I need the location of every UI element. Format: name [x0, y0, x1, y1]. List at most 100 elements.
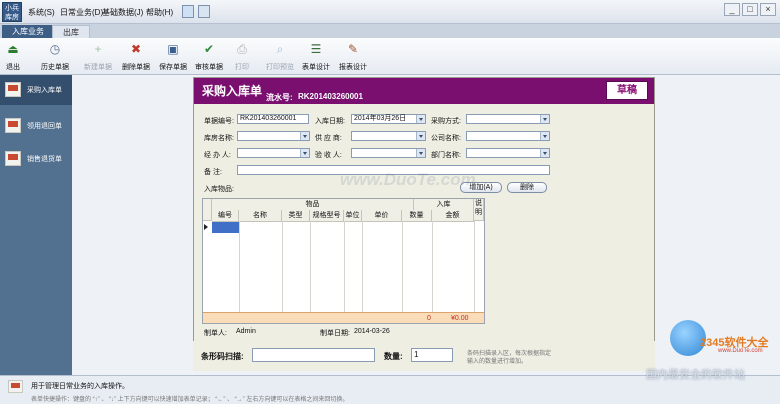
chevron-down-icon	[540, 132, 549, 140]
column-header[interactable]: 类型	[282, 210, 310, 222]
qty-label: 数量:	[384, 352, 403, 361]
toolbar-button-label: 表单设计	[302, 64, 330, 71]
brand-slogan: 国内最安全的软件站	[646, 369, 745, 381]
supplier-select[interactable]	[351, 131, 426, 141]
minimize-button[interactable]: _	[724, 3, 740, 16]
toolbar-button-label: 打印预览	[266, 64, 294, 71]
toolbar-button-label: 新建单据	[84, 64, 112, 71]
date-picker[interactable]: 2014年03月26日	[351, 114, 426, 124]
document-icon	[8, 380, 23, 393]
purchase-inbound-form: 采购入库单 流水号: RK201403260001 草稿 单据编号: RK201…	[193, 77, 655, 371]
column-header-note: 说明	[474, 199, 484, 221]
close-button[interactable]: ×	[760, 3, 776, 16]
receiver-select[interactable]	[351, 148, 426, 158]
toolbar-button-approve[interactable]: ✔ 审核单据	[195, 40, 223, 72]
toolbar-button-label: 审核单据	[195, 64, 223, 71]
items-grid: 物品 入库 说明 编号 名称 类型 规格型号 单位 单价 数量 金额 0 ¥0.…	[202, 198, 485, 324]
toolbar-button-new-doc: + 新建单据	[84, 40, 112, 72]
column-header[interactable]: 编号	[212, 210, 239, 222]
column-header[interactable]: 单价	[362, 210, 402, 222]
menu-basedata[interactable]: 基础数据(J)	[102, 7, 143, 18]
sidebar-item-purchase-inbound[interactable]: 采购入库单	[0, 75, 72, 105]
barcode-input[interactable]	[252, 348, 375, 362]
grid-line	[344, 221, 345, 316]
toolbar-button-history[interactable]: ◷ 历史单据	[41, 40, 69, 72]
maker-label: 制单人:	[204, 330, 227, 337]
menu-system[interactable]: 系统(S)	[28, 7, 55, 18]
chevron-down-icon	[300, 132, 309, 140]
column-header[interactable]: 金额	[432, 210, 474, 222]
grid-line	[362, 221, 363, 316]
handler-label: 经 办 人:	[204, 152, 231, 159]
date-value: 2014年03月26日	[354, 115, 407, 122]
doc-no-label: 单据编号:	[204, 118, 234, 125]
tab-inbound[interactable]: 入库业务	[2, 25, 54, 38]
calculator-icon[interactable]	[198, 5, 210, 18]
date-label: 入库日期:	[315, 118, 345, 125]
make-date-value: 2014-03-26	[354, 328, 390, 335]
footer-title: 用于管理日常业务的入库操作。	[31, 383, 129, 390]
row-header-corner	[203, 199, 212, 221]
menu-daily[interactable]: 日常业务(D)	[60, 7, 103, 18]
toolbar: ⏏ 退出 ◷ 历史单据 + 新建单据 ✖ 删除单据 ▣ 保存单据 ✔ 审核单据 ⎙ 打印 ⌕ 打印预览 ☰ 表单设…	[0, 38, 780, 75]
sidebar-item-label: 销售退货单	[27, 156, 62, 163]
tab-bar: 入库业务 出库	[0, 24, 780, 38]
note-label: 备 注:	[204, 169, 222, 176]
total-amount: ¥0.00	[451, 315, 469, 322]
sidebar-item-return[interactable]: 领用退回单	[0, 111, 72, 141]
column-header[interactable]: 数量	[402, 210, 432, 222]
toolbar-button-form-design[interactable]: ☰ 表单设计	[302, 40, 330, 72]
handler-select[interactable]	[237, 148, 310, 158]
app-logo: 小兵库房	[2, 2, 22, 22]
new-doc-icon: +	[94, 42, 102, 56]
chevron-down-icon	[416, 115, 425, 123]
corner-watermark: 2345软件大全 www.DuoTe.com 国内最安全的软件站	[646, 318, 778, 390]
delete-item-button[interactable]: 删除	[507, 182, 547, 193]
supplier-label: 供 应 商:	[315, 135, 342, 142]
toolbar-button-label: 退出	[6, 64, 20, 71]
dept-select[interactable]	[466, 148, 550, 158]
purchase-select[interactable]	[466, 114, 550, 124]
maker-value: Admin	[236, 328, 256, 335]
toolbar-button-save[interactable]: ▣ 保存单据	[159, 40, 187, 72]
column-header[interactable]: 规格型号	[310, 210, 344, 222]
toolbar-button-delete[interactable]: ✖ 删除单据	[122, 40, 150, 72]
qty-input[interactable]: 1	[411, 348, 453, 362]
grid-line	[432, 221, 433, 316]
notepad-icon[interactable]	[182, 5, 194, 18]
sidebar-item-label: 领用退回单	[27, 123, 62, 130]
total-quantity: 0	[427, 315, 431, 322]
toolbar-button-exit[interactable]: ⏏ 退出	[4, 40, 22, 72]
column-header[interactable]: 单位	[344, 210, 362, 222]
toolbar-button-report-design[interactable]: ✎ 报表设计	[339, 40, 367, 72]
column-header[interactable]: 名称	[239, 210, 282, 222]
doc-no-field[interactable]: RK201403260001	[237, 114, 309, 124]
company-label: 公司名称:	[431, 135, 461, 142]
barcode-bar: 条形码扫描: 数量: 1 条码扫描录入区，每次根据指定 输入的数量进行增加。	[193, 341, 655, 371]
maximize-button[interactable]: □	[742, 3, 758, 16]
toolbar-button-print-preview: ⌕ 打印预览	[266, 40, 294, 72]
toolbar-button-label: 报表设计	[339, 64, 367, 71]
warehouse-select[interactable]	[237, 131, 310, 141]
document-icon	[5, 118, 21, 133]
menu-help[interactable]: 帮助(H)	[146, 7, 173, 18]
barcode-hint: 输入的数量进行增加。	[467, 359, 528, 365]
form-design-icon: ☰	[310, 42, 322, 56]
sidebar: 采购入库单 领用退回单 销售退货单	[0, 75, 72, 375]
brand-url: www.DuoTe.com	[718, 348, 763, 354]
chevron-down-icon	[416, 149, 425, 157]
row-pointer-icon	[204, 224, 208, 230]
purchase-label: 采购方式:	[431, 118, 461, 125]
sidebar-item-label: 采购入库单	[27, 87, 62, 94]
exit-icon: ⏏	[7, 42, 19, 56]
title-bar: 小兵库房 系统(S) 日常业务(D) 基础数据(J) 帮助(H) _ □ ×	[0, 0, 780, 24]
grid-line	[474, 221, 475, 316]
barcode-label: 条形码扫描:	[201, 352, 244, 361]
watermark-text: www.DuoTe.com	[340, 170, 476, 189]
status-badge: 草稿	[606, 81, 648, 100]
tab-outbound[interactable]: 出库	[52, 25, 90, 38]
company-select[interactable]	[466, 131, 550, 141]
sidebar-item-sales-return[interactable]: 销售退货单	[0, 144, 72, 174]
active-cell[interactable]	[212, 222, 239, 233]
totals-row: 0 ¥0.00	[203, 312, 484, 323]
